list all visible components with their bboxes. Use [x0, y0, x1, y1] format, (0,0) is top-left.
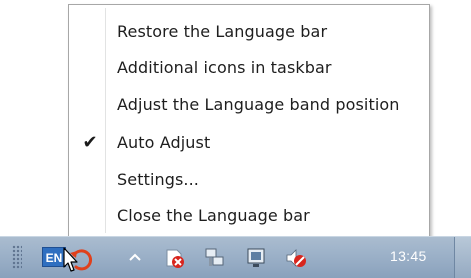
menu-item-label: Settings...: [117, 169, 199, 189]
action-center-icon[interactable]: [163, 246, 187, 270]
menu-item-additional-icons[interactable]: Additional icons in taskbar: [72, 50, 426, 84]
menu-item-label: Close the Language bar: [117, 205, 310, 225]
clock-time[interactable]: 13:45: [390, 248, 427, 264]
menu-item-adjust-band-position[interactable]: Adjust the Language band position: [72, 87, 426, 121]
menu-item-close-language-bar[interactable]: Close the Language bar: [72, 198, 426, 232]
network-icon[interactable]: [203, 246, 227, 270]
language-bar-context-menu: Restore the Language bar Additional icon…: [68, 4, 430, 237]
volume-muted-icon[interactable]: [284, 246, 308, 270]
menu-item-label: Restore the Language bar: [117, 21, 328, 41]
show-hidden-icons-icon[interactable]: [128, 251, 142, 263]
taskbar: EN 13:45: [0, 236, 471, 278]
checkmark-icon: ✔: [82, 131, 98, 153]
menu-item-label: Adjust the Language band position: [117, 94, 400, 114]
menu-item-restore-language-bar[interactable]: Restore the Language bar: [72, 14, 426, 48]
grip-icon[interactable]: [12, 245, 22, 269]
menu-item-auto-adjust[interactable]: ✔ Auto Adjust: [72, 125, 426, 159]
menu-item-label: Auto Adjust: [117, 132, 211, 152]
show-desktop-button[interactable]: [454, 237, 471, 278]
menu-item-settings[interactable]: Settings...: [72, 162, 426, 196]
display-icon[interactable]: [244, 246, 268, 270]
pointer-cursor-icon: [63, 247, 78, 272]
screen: Restore the Language bar Additional icon…: [0, 0, 471, 278]
menu-item-label: Additional icons in taskbar: [117, 57, 332, 77]
